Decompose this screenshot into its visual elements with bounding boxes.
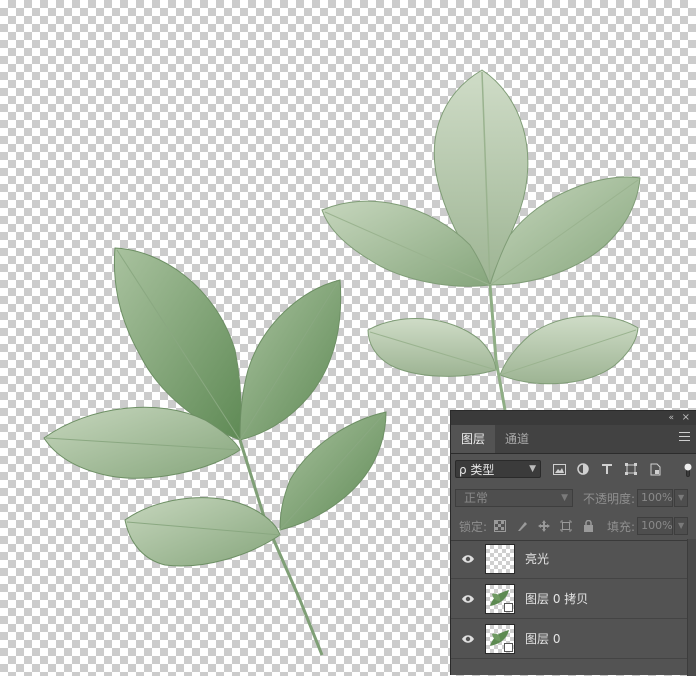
blend-opacity-row: 正常 ▼ 不透明度: 100% ▼ (451, 484, 696, 512)
layers-panel: « × 图层 通道 ρ 类型 ▼ 正常 ▼ 不透明度: 100% ▼ 锁定: 填… (450, 410, 696, 676)
image-filter-icon[interactable] (551, 461, 567, 477)
blend-mode-select[interactable]: 正常 ▼ (455, 489, 573, 507)
blend-mode-value: 正常 (464, 491, 489, 505)
lock-transparent-pixels-icon[interactable] (493, 519, 507, 533)
visibility-eye-icon[interactable] (451, 594, 485, 604)
filter-kind-label: ρ 类型 (459, 462, 495, 477)
adjustment-filter-icon[interactable] (575, 461, 591, 477)
lock-position-icon[interactable] (537, 519, 551, 533)
layer-list: 亮光 图层 0 拷贝 图层 0 (451, 539, 696, 659)
visibility-eye-icon[interactable] (451, 554, 485, 564)
filter-kind-select[interactable]: ρ 类型 ▼ (455, 460, 541, 478)
chevron-down-icon: ▼ (561, 493, 568, 503)
smart-object-badge-icon (504, 642, 513, 652)
fill-dropdown-chevron-icon[interactable]: ▼ (674, 517, 689, 535)
layer-name[interactable]: 亮光 (525, 550, 549, 567)
shape-filter-icon[interactable] (623, 461, 639, 477)
layer-row[interactable]: 图层 0 (451, 619, 696, 659)
panel-menu-icon[interactable] (679, 432, 690, 444)
chevron-down-icon: ▼ (529, 464, 536, 474)
panel-title-bar: « × (451, 411, 696, 425)
fill-label: 填充: (607, 519, 636, 534)
lock-artboard-icon[interactable] (559, 519, 573, 533)
close-panel-icon[interactable]: × (682, 411, 690, 425)
lock-image-pixels-icon[interactable] (515, 519, 529, 533)
leaf-sprig-left (43, 247, 387, 656)
layer-row[interactable]: 亮光 (451, 539, 696, 579)
layer-thumbnail (485, 583, 515, 614)
layer-name[interactable]: 图层 0 (525, 630, 560, 647)
smart-object-badge-icon (504, 602, 513, 612)
tab-channels[interactable]: 通道 (495, 425, 539, 453)
layer-row[interactable]: 图层 0 拷贝 (451, 579, 696, 619)
lock-all-icon[interactable] (581, 519, 595, 533)
filter-toggle-switch[interactable] (684, 463, 692, 477)
layer-filter-row: ρ 类型 ▼ (451, 454, 696, 484)
opacity-field[interactable]: 100% (637, 489, 674, 507)
visibility-eye-icon[interactable] (451, 634, 485, 644)
tab-layers[interactable]: 图层 (451, 425, 496, 453)
leaf-sprig-right (321, 69, 641, 411)
fill-field[interactable]: 100% (637, 517, 674, 535)
layer-thumbnail (485, 623, 515, 654)
lock-label: 锁定: (459, 519, 488, 534)
layer-list-scrollbar[interactable] (687, 539, 696, 676)
lock-row: 锁定: 填充: 100% ▼ (451, 512, 696, 541)
layer-name[interactable]: 图层 0 拷贝 (525, 590, 588, 607)
panel-tab-bar: 图层 通道 (451, 425, 696, 454)
opacity-dropdown-chevron-icon[interactable]: ▼ (674, 489, 689, 507)
smart-object-filter-icon[interactable] (647, 461, 663, 477)
collapse-panel-icon[interactable]: « (668, 411, 674, 425)
layer-thumbnail (485, 543, 515, 574)
opacity-label: 不透明度: (583, 491, 636, 506)
type-filter-icon[interactable] (599, 461, 615, 477)
